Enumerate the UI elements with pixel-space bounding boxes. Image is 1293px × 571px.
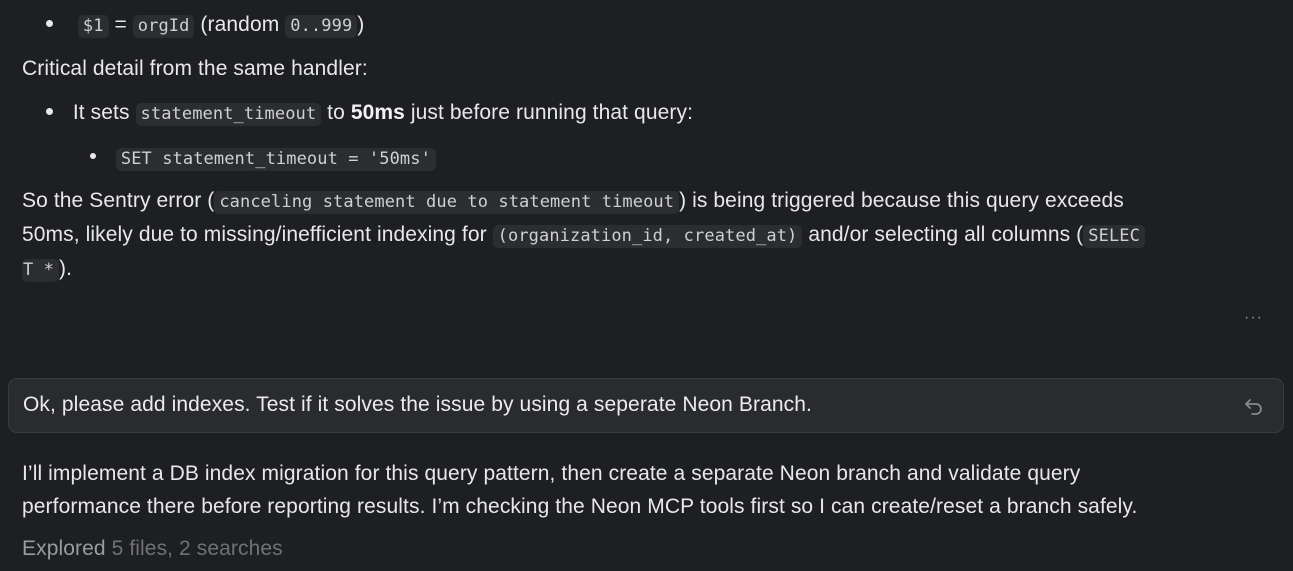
index-columns-code: (organization_id, created_at) <box>492 225 803 248</box>
explored-summary[interactable]: Explored 5 files, 2 searches <box>22 537 283 561</box>
range-code: 0..999 <box>285 15 358 38</box>
sentry-text-3: 50ms, likely due to missing/inefficient … <box>22 223 487 246</box>
select-code-part2: T * <box>22 259 60 282</box>
statement-timeout-code: statement_timeout <box>135 103 322 126</box>
sentry-text-5: ). <box>59 257 73 280</box>
note-open-text: (random <box>200 13 280 36</box>
timeout-value: 50ms <box>350 101 405 124</box>
assistant-reply-line2: performance there before reporting resul… <box>22 495 1138 518</box>
sets-middle: to <box>327 101 345 124</box>
sub-bullet: SET statement_timeout = '50ms' <box>90 145 436 172</box>
sentry-text-1: So the Sentry error ( <box>22 189 215 212</box>
assistant-reply-line1: I’ll implement a DB index migration for … <box>22 462 1081 485</box>
error-message-code: canceling statement due to statement tim… <box>214 191 680 214</box>
sentry-paragraph-line3: T *). <box>22 256 72 283</box>
param-bullet: $1 = orgId (random 0..999) <box>46 12 364 39</box>
explored-label: Explored <box>22 537 106 560</box>
equals-text: = <box>114 13 127 36</box>
sentry-paragraph-line2: 50ms, likely due to missing/inefficient … <box>22 222 1145 249</box>
sentry-text-2: ) is being triggered because this query … <box>679 189 1124 212</box>
sentry-paragraph-line1: So the Sentry error (canceling statement… <box>22 188 1124 215</box>
set-statement-code: SET statement_timeout = '50ms' <box>115 148 436 171</box>
sets-bullet: It sets statement_timeout to 50ms just b… <box>46 100 693 127</box>
field-code: orgId <box>132 15 195 38</box>
select-code-part1: SELEC <box>1083 225 1145 248</box>
sentry-text-4: and/or selecting all columns ( <box>808 223 1084 246</box>
sets-suffix: just before running that query: <box>410 101 693 124</box>
bullet-dot <box>46 19 53 27</box>
explored-detail: 5 files, 2 searches <box>111 537 283 560</box>
more-options-icon[interactable]: ··· <box>1244 309 1263 327</box>
note-close-text: ) <box>357 13 365 36</box>
bullet-dot <box>90 153 96 160</box>
user-message-text: Ok, please add indexes. Test if it solve… <box>23 393 812 416</box>
bullet-dot <box>46 107 53 115</box>
sets-prefix: It sets <box>72 101 130 124</box>
param-code: $1 <box>77 15 109 38</box>
user-message: Ok, please add indexes. Test if it solve… <box>8 378 1284 433</box>
critical-label: Critical detail from the same handler: <box>22 57 368 80</box>
undo-icon[interactable] <box>1243 395 1265 417</box>
